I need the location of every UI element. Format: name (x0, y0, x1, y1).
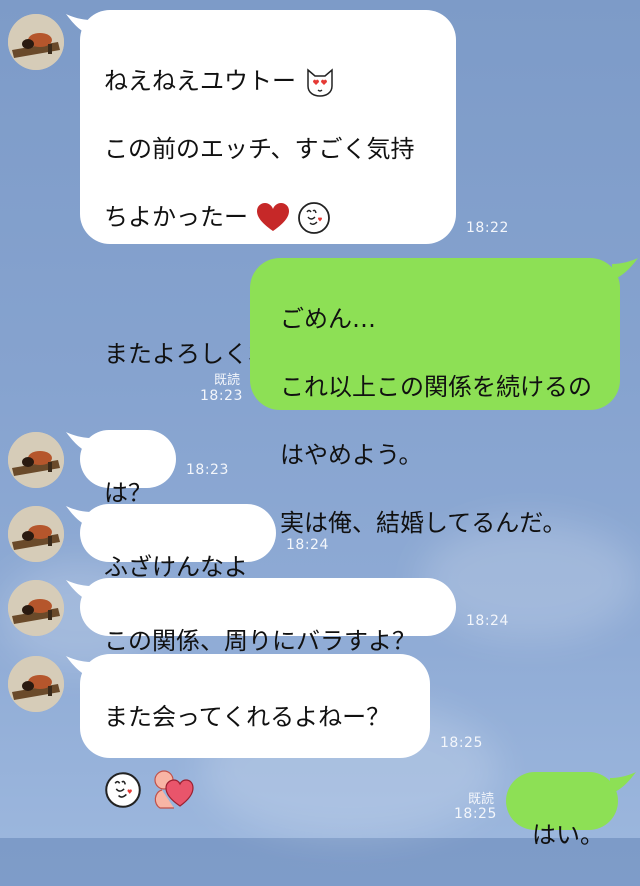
message-bubble-incoming[interactable]: また会ってくれるよねー？ (80, 654, 430, 809)
message-bubble-incoming[interactable]: ねえねえユウトー この前のエッチ、すごく気持 ちよかったー またよろしくね (80, 10, 456, 371)
message-text: これ以上この関係を続けるの (280, 373, 592, 401)
message-bubble-incoming[interactable]: ふざけんなよ (80, 504, 276, 581)
message-bubble-incoming[interactable]: この関係、周りにバラすよ？ (80, 578, 456, 655)
cat-heart-eyes-icon (306, 68, 333, 97)
message-text: 実は俺、結婚してるんだ。 (280, 509, 567, 537)
avatar[interactable] (8, 656, 64, 712)
message-text: この関係、周りにバラすよ？ (104, 627, 416, 655)
avatar[interactable] (8, 506, 64, 562)
message-text: また会ってくれるよねー？ (104, 703, 391, 731)
message-text: ねえねえユウトー (104, 67, 296, 95)
bubble-tail (610, 772, 636, 794)
message-time: 18:25 (454, 806, 497, 822)
message-text: この前のエッチ、すごく気持 (104, 135, 415, 163)
red-heart-icon (256, 203, 289, 231)
message-bubble-incoming[interactable]: は？ (80, 430, 176, 507)
hugging-heart-sticker-icon (154, 770, 194, 809)
message-text: はやめよう。 (280, 441, 423, 469)
bubble-tail (612, 258, 638, 280)
message-bubble-outgoing[interactable]: ごめん… これ以上この関係を続けるの はやめよう。 実は俺、結婚してるんだ。 (250, 258, 620, 537)
stamp-sticker-icon (105, 772, 141, 808)
message-bubble-outgoing[interactable]: はい。 (506, 772, 618, 849)
message-time: 18:23 (200, 388, 243, 404)
message-text: ちよかったー (104, 203, 248, 231)
message-time: 18:24 (286, 537, 329, 553)
message-time: 18:25 (440, 735, 483, 751)
read-receipt: 既読 (214, 373, 241, 388)
avatar[interactable] (8, 432, 64, 488)
message-text: ごめん… (280, 305, 376, 333)
avatar[interactable] (8, 14, 64, 70)
message-text: またよろしくね (104, 340, 272, 368)
read-receipt: 既読 (468, 792, 495, 807)
message-time: 18:23 (186, 462, 229, 478)
message-time: 18:24 (466, 613, 509, 629)
message-text: はい。 (532, 821, 604, 849)
stamp-sticker-icon (298, 202, 331, 234)
message-time: 18:22 (466, 220, 509, 236)
avatar[interactable] (8, 580, 64, 636)
